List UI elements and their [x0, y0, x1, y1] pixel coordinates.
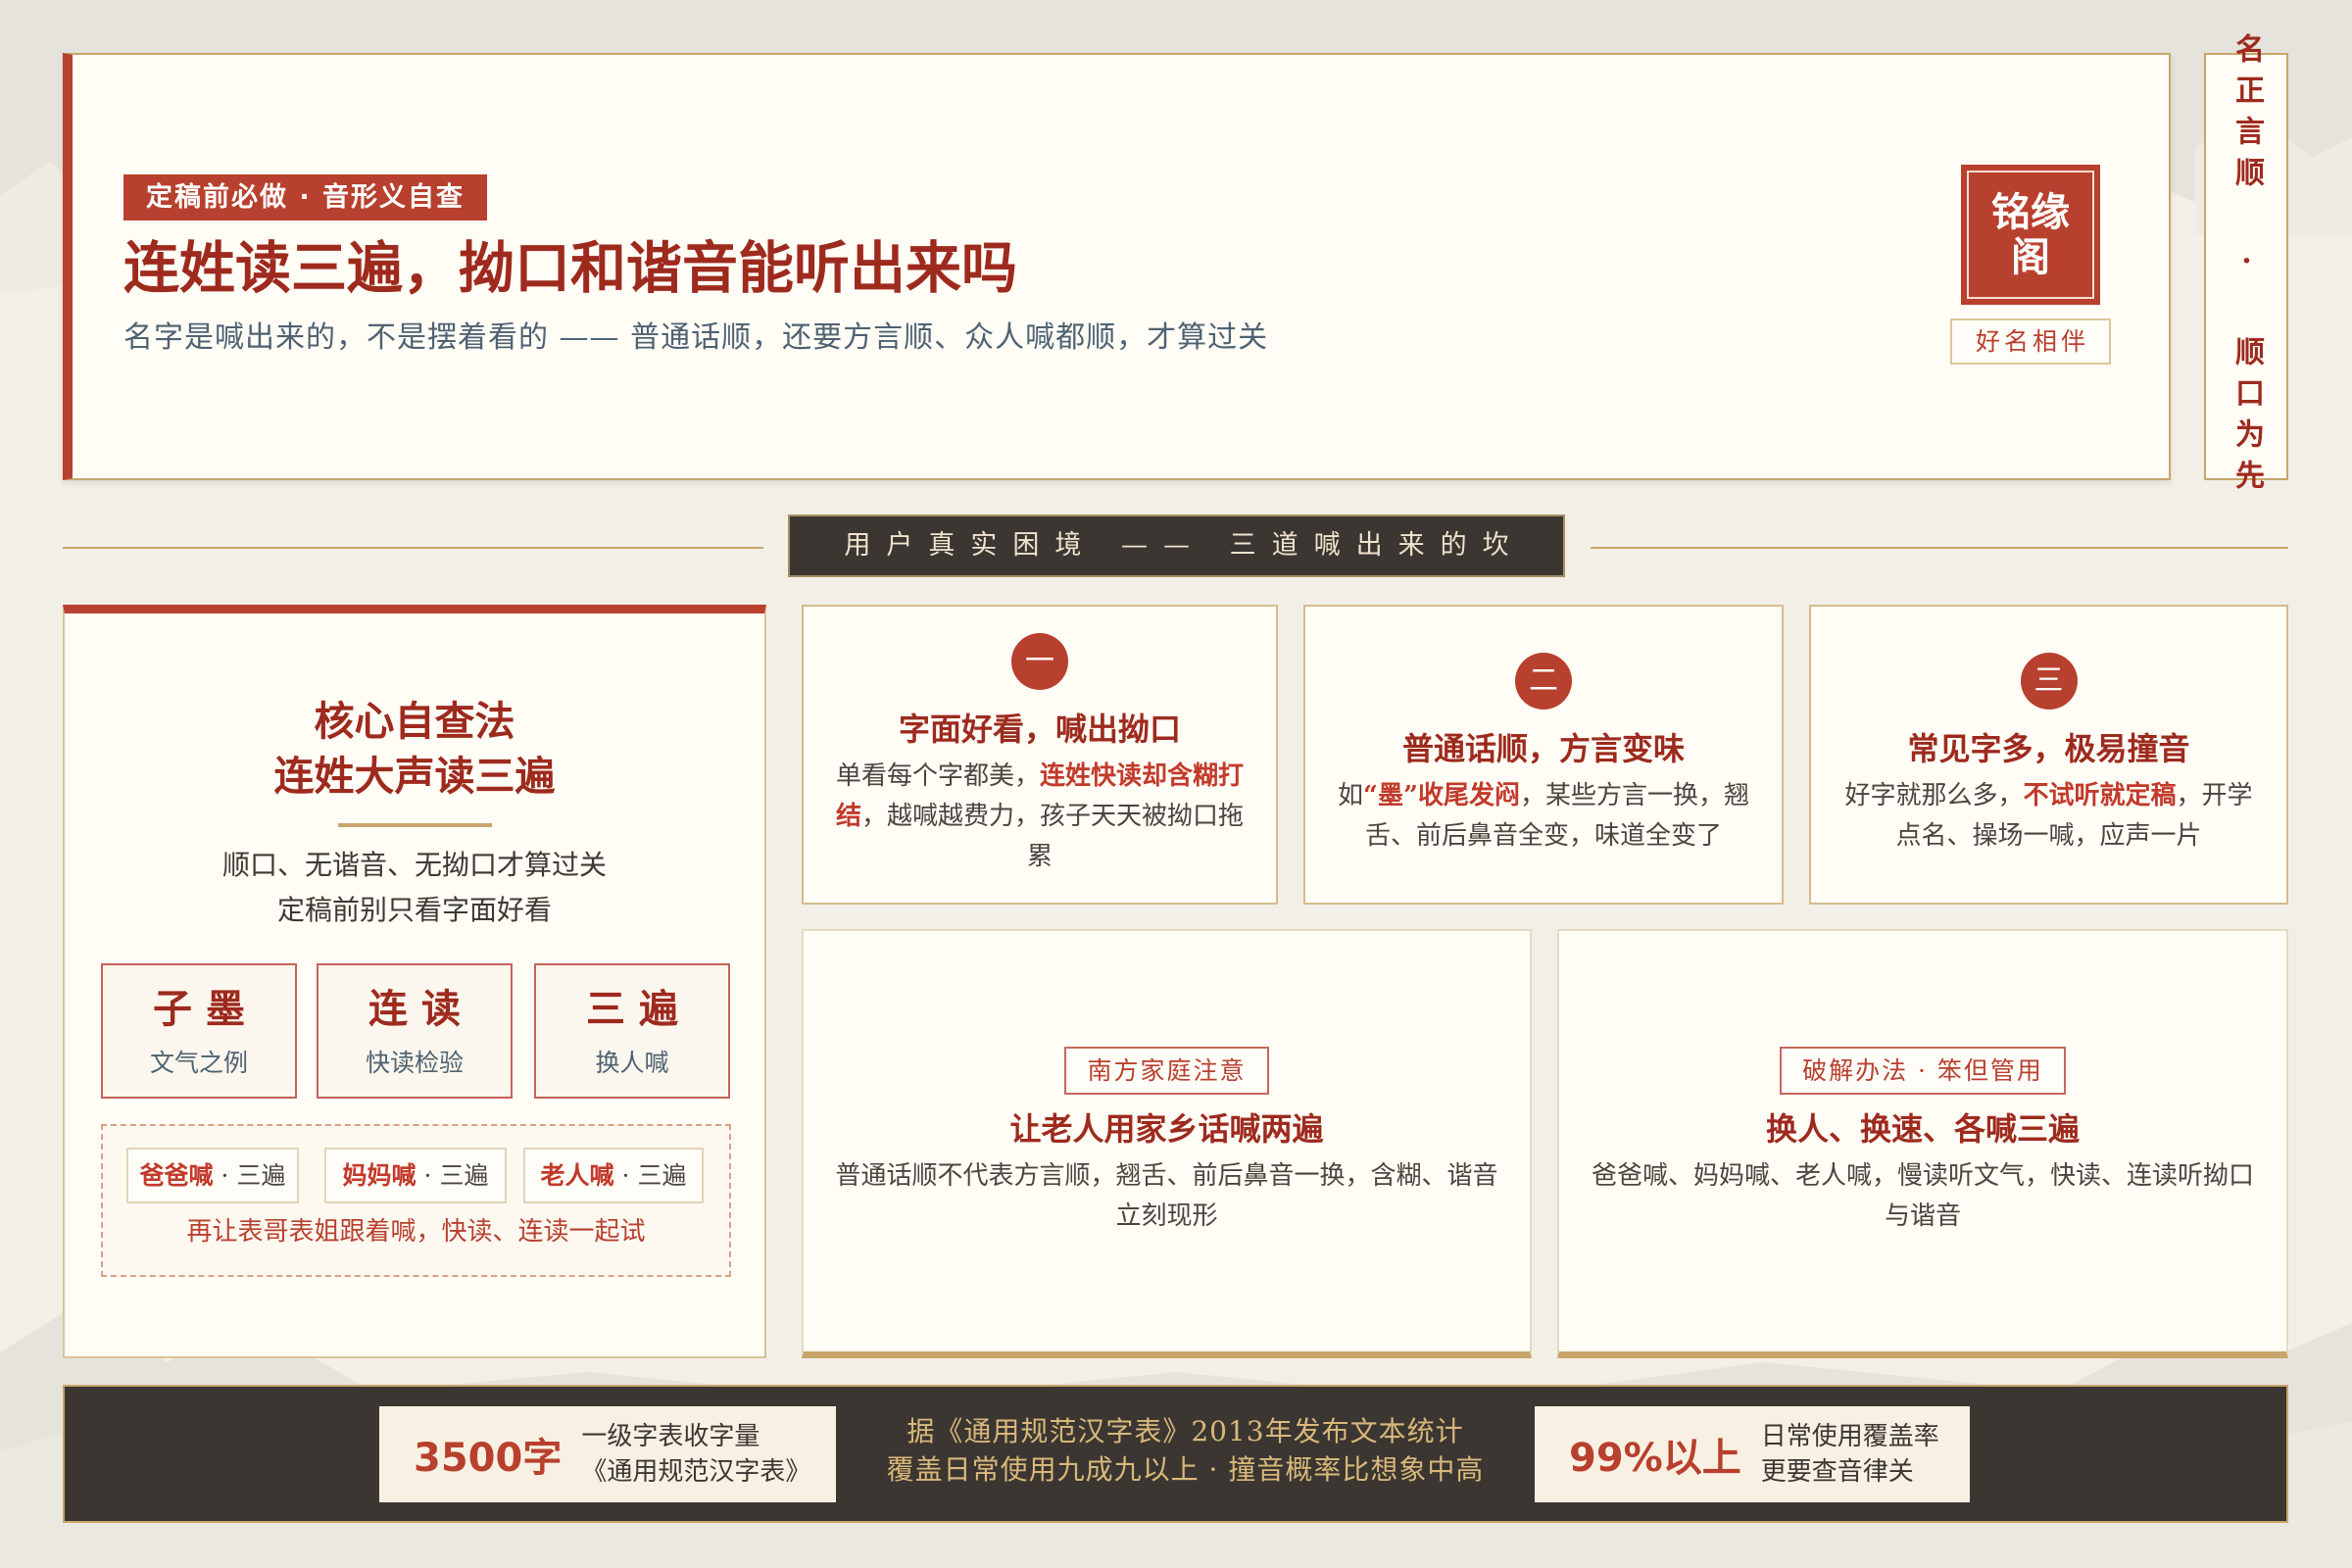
practice-chip: 爸爸喊 · 三遍 — [126, 1148, 299, 1203]
number-badge: 三 — [2020, 653, 2078, 710]
solution-tag: 南方家庭注意 — [1064, 1046, 1269, 1095]
solution-title: 让老人用家乡话喊两遍 — [1009, 1109, 1324, 1148]
number-badge: 二 — [1515, 653, 1572, 710]
method-box-keyword: 子 墨 — [153, 986, 245, 1032]
problem-title: 普通话顺，方言变味 — [1401, 730, 1685, 767]
practice-note: 再让表哥表姐跟着喊，快读、连读一起试 — [186, 1217, 646, 1247]
method-title-underline — [338, 823, 492, 827]
practice-chip: 老人喊 · 三遍 — [523, 1148, 704, 1203]
method-desc-line-1: 顺口、无谐音、无拗口才算过关 — [221, 849, 607, 881]
solution-text: 爸爸喊、妈妈喊、老人喊，慢读听文气，快读、连读听拗口与谐音 — [1591, 1160, 2254, 1231]
problem-text: 单看每个字都美，连姓快读却含糊打结，越喊越费力，孩子天天被拗口拖累 — [834, 757, 1246, 877]
number-badge: 一 — [1011, 632, 1068, 690]
method-box-keyword: 三 遍 — [586, 986, 678, 1032]
stat-card-coverage: 99%以上 日常使用覆盖率 更要查音律关 — [1535, 1406, 1970, 1502]
footer-bar: 3500字 一级字表收字量 《通用规范汉字表》 据《通用规范汉字表》2013年发… — [63, 1385, 2288, 1523]
problem-title: 字面好看，喊出拗口 — [898, 710, 1181, 748]
stat-label: 一级字表收字量 — [581, 1422, 760, 1451]
chip-speaker: 老人喊 — [540, 1161, 614, 1190]
solution-card: 南方家庭注意 让老人用家乡话喊两遍 普通话顺不代表方言顺，翘舌、前后鼻音一换，含… — [802, 929, 1532, 1358]
solution-tag: 破解办法 · 笨但管用 — [1780, 1046, 2066, 1095]
problem-card: 三 常见字多，极易撞音 好字就那么多，不试听就定稿，开学点名、操场一喊，应声一片 — [1809, 605, 2288, 905]
seal-line-1: 铭缘 — [1991, 189, 2070, 235]
problem-text-plain: 单看每个字都美， — [835, 760, 1040, 791]
problem-text-plain: 好字就那么多， — [1844, 781, 2024, 810]
method-box: 连 读 快读检验 — [317, 963, 513, 1099]
problem-card: 二 普通话顺，方言变味 如“墨”收尾发闷，某些方言一换，翘舌、前后鼻音全变，味道… — [1303, 605, 1784, 905]
page-subtitle: 名字是喊出来的，不是摆着看的 —— 普通话顺，还要方言顺、众人喊都顺，才算过关 — [123, 320, 1269, 355]
stat-label: 日常使用覆盖率 — [1760, 1422, 1939, 1451]
method-box-caption: 换人喊 — [595, 1049, 669, 1077]
method-title-line-2: 连姓大声读三遍 — [273, 753, 556, 800]
problem-text: 如“墨”收尾发闷，某些方言一换，翘舌、前后鼻音全变，味道全变了 — [1333, 776, 1754, 857]
divider-line-left — [63, 547, 763, 549]
method-desc-line-2: 定稿前别只看字面好看 — [276, 894, 552, 926]
chip-times: · 三遍 — [423, 1161, 489, 1190]
method-box: 三 遍 换人喊 — [534, 963, 730, 1099]
chip-speaker: 爸爸喊 — [139, 1161, 214, 1190]
solution-card: 破解办法 · 笨但管用 换人、换速、各喊三遍 爸爸喊、妈妈喊、老人喊，慢读听文气… — [1557, 929, 2288, 1358]
header-tag: 定稿前必做 · 音形义自查 — [123, 174, 488, 220]
practice-box: 爸爸喊 · 三遍 妈妈喊 · 三遍 老人喊 · 三遍 再让表哥表姐跟着喊，快读、连读一… — [101, 1124, 731, 1277]
stat-label: 《通用规范汉字表》 — [581, 1457, 811, 1487]
infographic-canvas: 定稿前必做 · 音形义自查 连姓读三遍，拗口和谐音能听出来吗 名字是喊出来的，不… — [0, 0, 2352, 1568]
divider-line-right — [1591, 547, 2288, 549]
method-box-keyword: 连 读 — [368, 986, 461, 1032]
page-title: 连姓读三遍，拗口和谐音能听出来吗 — [123, 236, 1017, 301]
method-box-caption: 快读检验 — [365, 1049, 464, 1077]
chip-speaker: 妈妈喊 — [342, 1161, 416, 1190]
header-panel: 定稿前必做 · 音形义自查 连姓读三遍，拗口和谐音能听出来吗 名字是喊出来的，不… — [63, 53, 2171, 480]
problem-text-highlight: “墨”收尾发闷 — [1363, 781, 1520, 810]
problem-text: 好字就那么多，不试听就定稿，开学点名、操场一喊，应声一片 — [1843, 776, 2255, 857]
stat-labels: 日常使用覆盖率 更要查音律关 — [1761, 1419, 1939, 1490]
brand-motto: 好名相伴 — [1950, 318, 2111, 365]
section-title: 用户真实困境 —— 三道喊出来的坎 — [788, 514, 1565, 577]
chip-times: · 三遍 — [220, 1161, 286, 1190]
problem-title: 常见字多，极易撞音 — [1907, 730, 2190, 767]
solution-text: 普通话顺不代表方言顺，翘舌、前后鼻音一换，含糊、谐音立刻现形 — [835, 1160, 1498, 1231]
side-banner-text: 名正言顺 · 顺口为先 — [2230, 32, 2264, 501]
stat-card-char-count: 3500字 一级字表收字量 《通用规范汉字表》 — [379, 1406, 836, 1502]
chip-times: · 三遍 — [621, 1161, 687, 1190]
side-banner: 名正言顺 · 顺口为先 — [2204, 33, 2288, 501]
seal-line-2: 阁 — [2011, 234, 2050, 280]
footer-source-line-1: 据《通用规范汉字表》2013年发布文本统计 — [906, 1415, 1464, 1447]
method-panel: 核心自查法 连姓大声读三遍 顺口、无谐音、无拗口才算过关 定稿前别只看字面好看 … — [63, 605, 766, 1358]
stat-labels: 一级字表收字量 《通用规范汉字表》 — [581, 1419, 810, 1490]
solution-title: 换人、换速、各喊三遍 — [1765, 1109, 2080, 1148]
stat-value: 99%以上 — [1569, 1436, 1741, 1481]
method-box: 子 墨 文气之例 — [101, 963, 297, 1099]
problem-text-highlight: 不试听就定稿 — [2023, 781, 2177, 810]
brand-seal-logo: 铭缘 阁 — [1961, 165, 2100, 305]
method-title-line-1: 核心自查法 — [314, 698, 515, 745]
method-box-caption: 文气之例 — [149, 1049, 248, 1077]
problem-text-plain: 如 — [1338, 781, 1364, 810]
problem-card: 一 字面好看，喊出拗口 单看每个字都美，连姓快读却含糊打结，越喊越费力，孩子天天… — [802, 605, 1278, 905]
stat-value: 3500字 — [414, 1436, 563, 1481]
stat-label: 更要查音律关 — [1760, 1457, 1914, 1487]
practice-chip: 妈妈喊 · 三遍 — [324, 1148, 507, 1203]
footer-source-text: 据《通用规范汉字表》2013年发布文本统计 覆盖日常使用九成九以上 · 撞音概率… — [836, 1412, 1535, 1489]
seal-inner: 铭缘 阁 — [1967, 171, 2094, 299]
problem-text-plain: ，越喊越费力，孩子天天被拗口拖累 — [861, 801, 1245, 871]
footer-source-line-2: 覆盖日常使用九成九以上 · 撞音概率比想象中高 — [886, 1453, 1485, 1486]
